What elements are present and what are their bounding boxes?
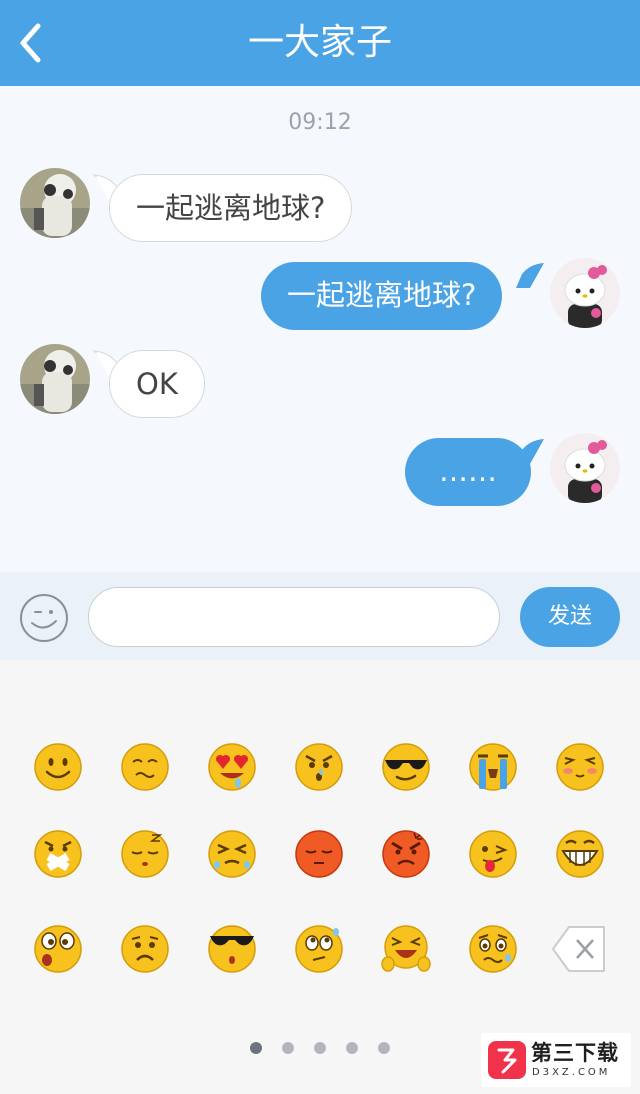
emoji-red-angry-icon[interactable] [381,829,431,879]
page-dot[interactable] [250,1042,262,1054]
emoji-frown-icon[interactable] [120,924,170,974]
watermark-title: 第三下载 [531,1041,619,1065]
site-watermark: 第三下载 D3XZ.COM [481,1033,631,1087]
page-dot[interactable] [346,1042,358,1054]
emoji-tongue-wink-icon[interactable] [468,829,518,879]
emoji-shy-blush-icon[interactable] [555,742,605,792]
watermark-subtitle: D3XZ.COM [532,1067,611,1078]
emoji-mouth-taped-icon[interactable] [33,829,83,879]
message-input-bar: 发送 [0,572,640,660]
emoji-sunglasses-icon[interactable] [381,742,431,792]
wink-smile-icon [20,594,68,642]
backspace-icon [552,926,605,972]
emoji-crying-icon[interactable] [468,742,518,792]
emoji-grin-icon[interactable] [555,829,605,879]
message-timestamp: 09:12 [288,110,352,135]
my-avatar[interactable] [550,433,620,503]
emoji-red-displeased-icon[interactable] [294,829,344,879]
emoji-sleepy-icon[interactable] [120,829,170,879]
message-list[interactable]: 09:12 一起逃离地球? 一起逃离地球? OK …… [0,86,640,572]
send-button[interactable]: 发送 [520,587,620,647]
page-dot[interactable] [378,1042,390,1054]
bubble-tail [516,439,544,464]
chat-title: 一大家子 [247,22,392,63]
page-dot[interactable] [282,1042,294,1054]
emoji-angry-sweat-icon[interactable] [294,742,344,792]
emoji-laugh-hands-icon[interactable] [381,924,431,974]
title-bar: 一大家子 [0,0,640,86]
emoji-cool-shades-icon[interactable] [207,924,257,974]
emoji-panel [0,660,640,1094]
page-dot[interactable] [314,1042,326,1054]
contact-avatar[interactable] [20,168,90,238]
outgoing-message-bubble[interactable]: 一起逃离地球? [261,262,503,330]
emoji-heart-eyes-icon[interactable] [207,742,257,792]
incoming-message-bubble[interactable]: OK [109,350,205,418]
emoji-worried-sweat-icon[interactable] [468,924,518,974]
bubble-tail [516,263,544,288]
emoji-embarrassed-icon[interactable] [120,742,170,792]
incoming-message-bubble[interactable]: 一起逃离地球? [109,174,353,242]
emoji-toggle-button[interactable] [19,593,69,643]
emoji-smile-icon[interactable] [33,742,83,792]
message-input[interactable] [88,587,500,647]
my-avatar[interactable] [550,258,620,328]
emoji-tearful-squint-icon[interactable] [207,829,257,879]
download-logo-icon [488,1041,526,1079]
emoji-surprised-icon[interactable] [33,924,83,974]
emoji-thinking-sweat-icon[interactable] [294,924,344,974]
backspace-button[interactable] [551,924,607,974]
contact-avatar[interactable] [20,344,90,414]
outgoing-message-bubble[interactable]: …… [405,438,531,506]
